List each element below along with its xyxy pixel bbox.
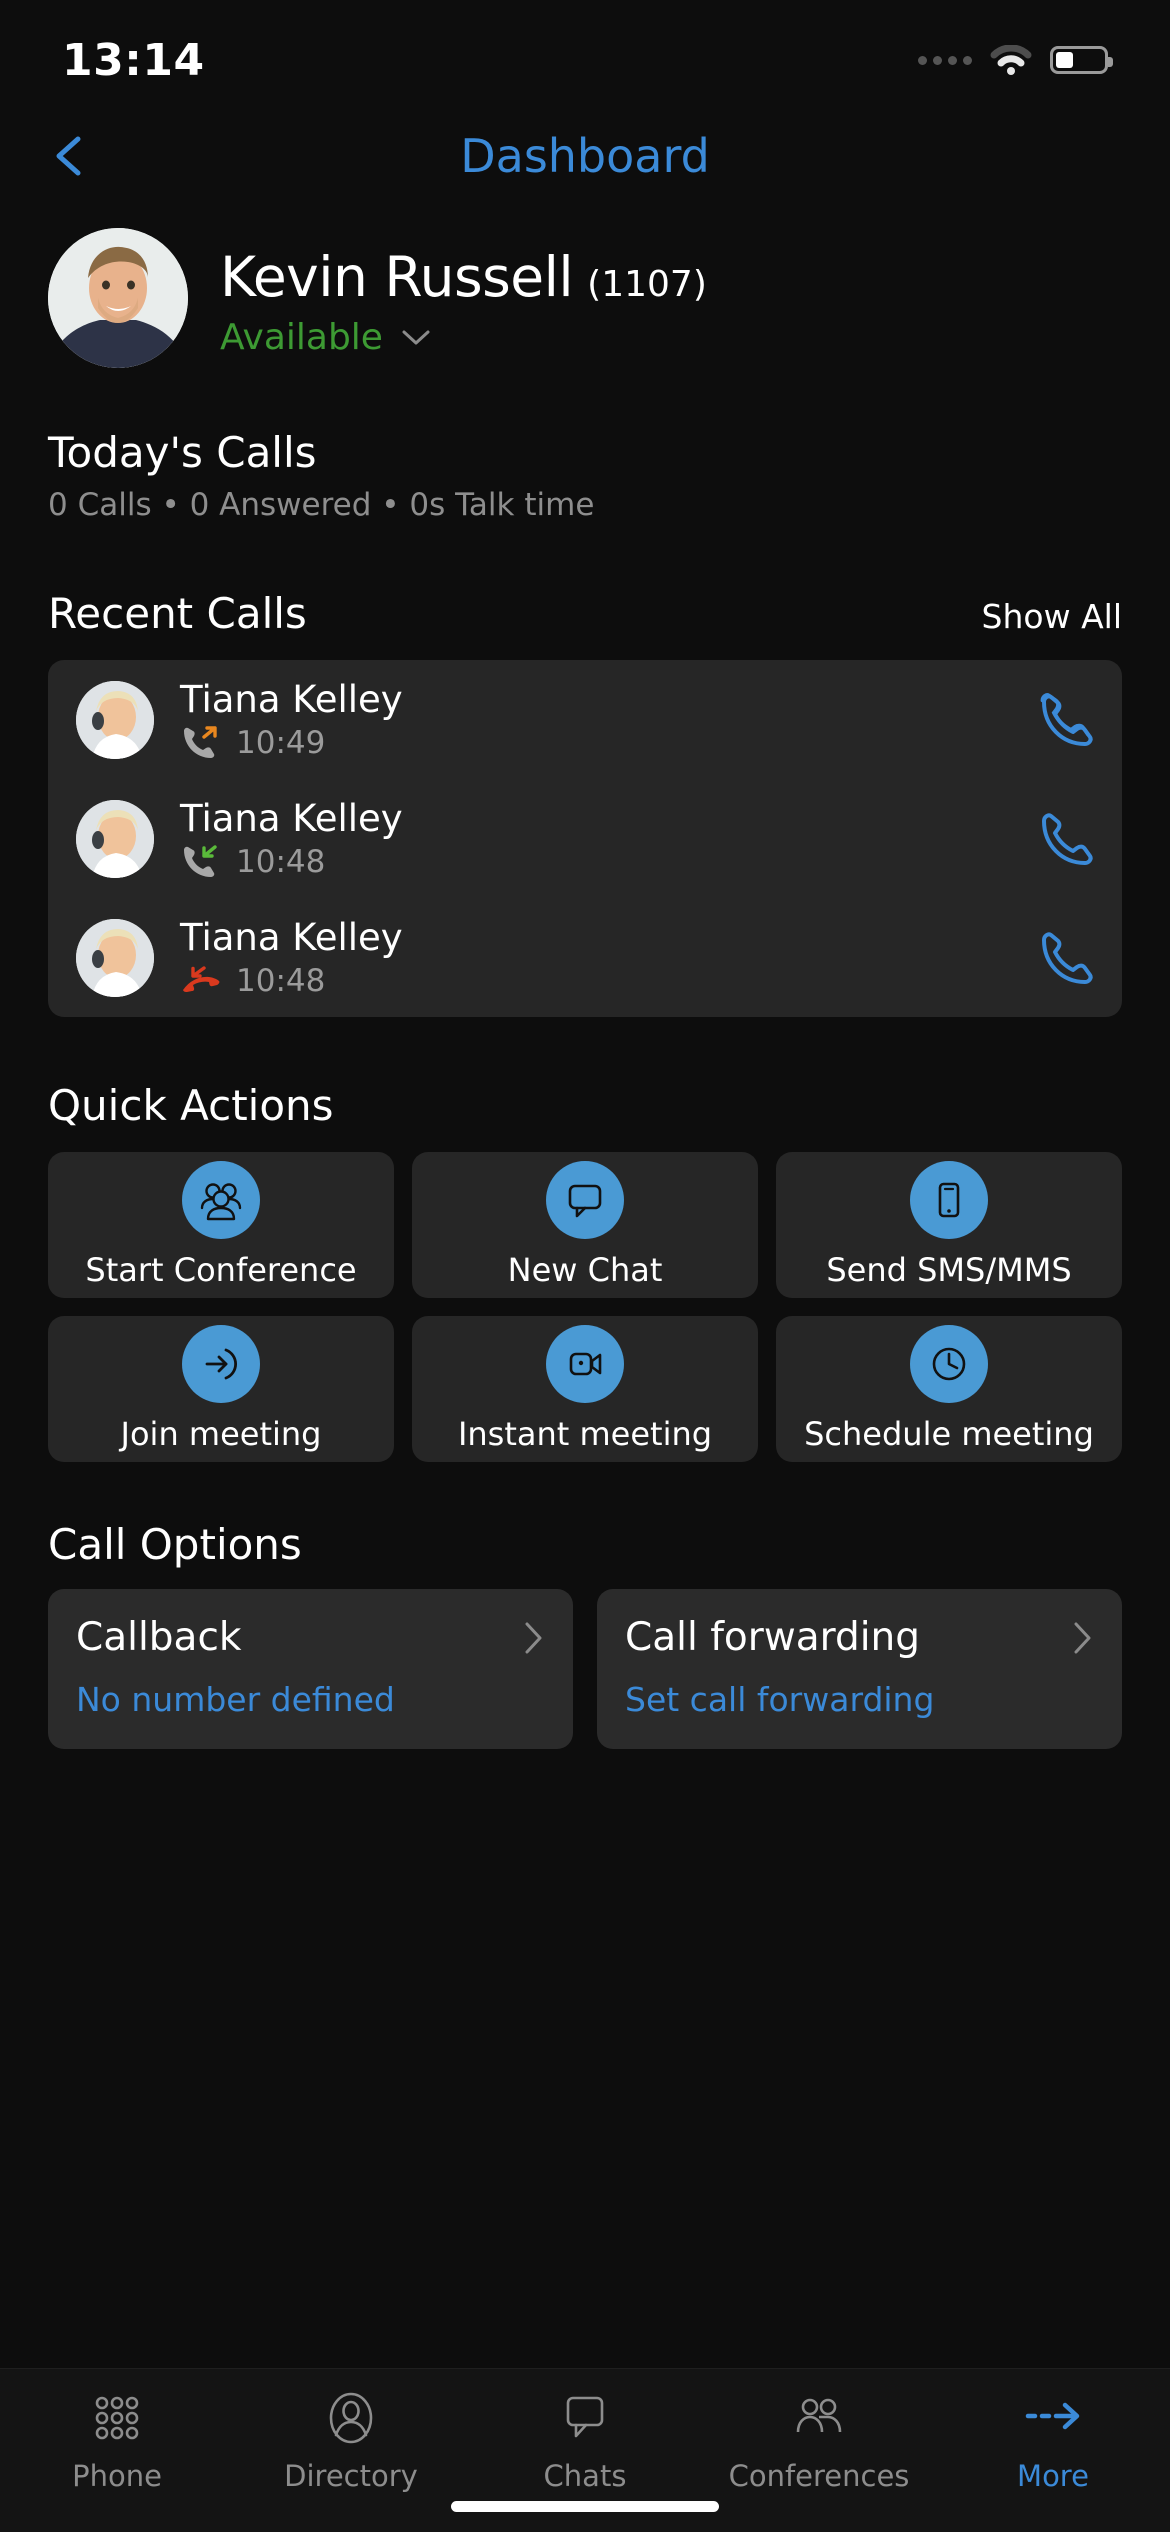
back-button[interactable] [44,129,98,183]
nav-bar: Dashboard [0,108,1170,204]
caller-name: Tiana Kelley [180,678,403,721]
quick-action-start-conference[interactable]: Start Conference [48,1152,394,1298]
speech-bubble-icon [546,1161,624,1239]
call-option-callback[interactable]: Callback No number defined [48,1589,573,1749]
profile-header[interactable]: Kevin Russell (1107) Available [0,204,1170,368]
battery-icon [1050,46,1113,74]
presence-selector[interactable]: Available [220,317,707,358]
call-option-subtitle: No number defined [76,1680,395,1719]
caller-name: Tiana Kelley [180,916,403,959]
recent-calls-header: Recent Calls Show All [0,589,1170,638]
table-row[interactable]: Tiana Kelley 10:48 [48,898,1122,1017]
phone-call-icon[interactable] [1036,810,1094,868]
contact-avatar-photo [76,799,154,878]
chevron-right-icon [1072,1620,1094,1656]
call-time: 10:48 [236,844,326,880]
group-people-icon [182,1161,260,1239]
quick-action-label: Send SMS/MMS [826,1251,1072,1289]
quick-action-instant-meeting[interactable]: Instant meeting [412,1316,758,1462]
signal-dots-icon [918,55,972,65]
speech-bubble-icon [557,2387,613,2449]
tab-label: Phone [72,2459,162,2493]
quick-action-label: New Chat [507,1251,663,1289]
quick-actions-title: Quick Actions [48,1081,334,1130]
tab-phone[interactable]: Phone [0,2387,234,2493]
call-time: 10:49 [236,725,326,761]
tab-label: Directory [284,2459,418,2493]
contact-avatar-photo [76,918,154,997]
mobile-phone-icon [910,1161,988,1239]
arrow-enter-icon [182,1325,260,1403]
caller-name: Tiana Kelley [180,797,403,840]
quick-actions-grid: Start Conference New Chat Send SMS/MMS J… [0,1152,1170,1462]
quick-action-new-chat[interactable]: New Chat [412,1152,758,1298]
contact-avatar-photo [76,680,154,759]
call-options-grid: Callback No number defined Call forwardi… [0,1589,1170,1749]
profile-text: Kevin Russell (1107) Available [220,239,707,358]
table-row[interactable]: Tiana Kelley 10:48 [48,779,1122,898]
call-option-call-forwarding[interactable]: Call forwarding Set call forwarding [597,1589,1122,1749]
chevron-down-icon [401,328,431,346]
call-info: Tiana Kelley 10:48 [180,797,1010,880]
presence-status: Available [220,316,383,358]
call-option-subtitle: Set call forwarding [625,1680,935,1719]
quick-action-label: Join meeting [120,1415,322,1453]
home-indicator [451,2501,719,2512]
call-options-header: Call Options [0,1520,1170,1569]
call-outgoing-icon [180,725,220,761]
phone-call-icon[interactable] [1036,929,1094,987]
contact-person-icon [323,2387,379,2449]
chevron-right-icon [523,1620,545,1656]
tab-label: Chats [543,2459,627,2493]
dialpad-icon [89,2387,145,2449]
profile-name-row: Kevin Russell (1107) [220,245,707,309]
quick-action-send-sms[interactable]: Send SMS/MMS [776,1152,1122,1298]
call-option-title: Callback [76,1615,242,1660]
quick-action-join-meeting[interactable]: Join meeting [48,1316,394,1462]
quick-action-label: Schedule meeting [804,1415,1094,1453]
tab-label: More [1017,2459,1089,2493]
call-options-title: Call Options [48,1520,302,1569]
call-info: Tiana Kelley 10:48 [180,916,1010,999]
call-missed-icon [180,963,220,999]
call-option-title: Call forwarding [625,1615,921,1660]
dashed-arrow-right-icon [1021,2387,1085,2449]
quick-actions-header: Quick Actions [0,1081,1170,1130]
tab-directory[interactable]: Directory [234,2387,468,2493]
tab-conferences[interactable]: Conferences [702,2387,936,2493]
clock-icon [910,1325,988,1403]
app-screen: 13:14 Dashboard Kevin Russell (1107) Ava… [0,0,1170,2532]
show-all-button[interactable]: Show All [982,597,1122,636]
tab-label: Conferences [728,2459,910,2493]
todays-calls-section: Today's Calls 0 Calls • 0 Answered • 0s … [0,428,1170,523]
status-time: 13:14 [62,34,205,86]
quick-action-label: Instant meeting [457,1415,713,1453]
table-row[interactable]: Tiana Kelley 10:49 [48,660,1122,779]
call-info: Tiana Kelley 10:49 [180,678,1010,761]
phone-call-icon[interactable] [1036,691,1094,749]
tab-more[interactable]: More [936,2387,1170,2493]
status-indicators [918,44,1113,75]
todays-calls-summary: 0 Calls • 0 Answered • 0s Talk time [48,487,595,523]
user-avatar-photo[interactable] [48,228,188,368]
quick-action-label: Start Conference [85,1251,357,1289]
tab-chats[interactable]: Chats [468,2387,702,2493]
todays-calls-title: Today's Calls [48,428,317,477]
status-bar: 13:14 [0,0,1170,108]
recent-calls-title: Recent Calls [48,589,307,638]
page-title: Dashboard [460,129,710,183]
call-incoming-icon [180,844,220,880]
video-camera-icon [546,1325,624,1403]
quick-action-schedule-meeting[interactable]: Schedule meeting [776,1316,1122,1462]
wifi-icon [990,44,1032,75]
group-people-icon [791,2387,847,2449]
call-time: 10:48 [236,963,326,999]
user-name: Kevin Russell [220,244,574,309]
recent-calls-list: Tiana Kelley 10:49 Tiana Kelley 10:48 Ti… [48,660,1122,1017]
user-extension: (1107) [587,263,707,305]
